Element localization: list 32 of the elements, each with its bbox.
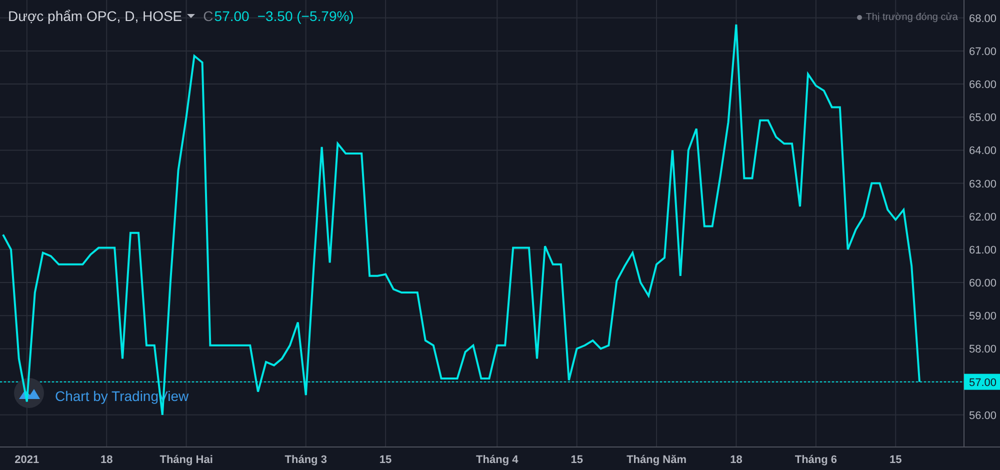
change-value: −3.50 (−5.79%) [257, 8, 354, 24]
y-tick-label: 57.00 [969, 376, 997, 389]
axis-label: 61.00 [969, 244, 997, 256]
axis-label: 15 [379, 454, 392, 466]
axis-label: Tháng 4 [476, 454, 518, 466]
axis-label: 62.00 [969, 211, 997, 224]
axis-label: 64.00 [969, 145, 997, 158]
axis-label: 15 [570, 454, 583, 466]
symbol-title[interactable]: Dược phẩm OPC, D, HOSE [8, 8, 182, 24]
axis-label: 18 [730, 454, 742, 466]
axis-label: Tháng Năm [626, 454, 686, 466]
axis-label: 63.00 [969, 178, 997, 190]
axis-label: Tháng Hai [160, 454, 213, 466]
axis-label: 68.00 [969, 12, 997, 25]
axis-label: 65.00 [969, 112, 997, 124]
axis-label: 67.00 [969, 46, 997, 58]
status-dot-icon [856, 15, 862, 20]
last-price-badge: 57.00 [964, 374, 1000, 390]
axis-label: 56.00 [969, 410, 997, 422]
axis-label: 2021 [14, 454, 40, 466]
axis-label: 18 [100, 454, 113, 466]
close-prefix: C [203, 8, 214, 24]
axis-label: Tháng 3 [284, 454, 327, 466]
axis-label: 15 [890, 454, 902, 466]
axis-label: 59.00 [969, 310, 997, 323]
axis-label: 66.00 [969, 79, 997, 92]
close-value: 57.00 [214, 8, 250, 24]
axis-label: Tháng 6 [794, 454, 838, 466]
market-status: Thị trường đóng cửa [866, 12, 958, 23]
caret-icon[interactable] [187, 14, 196, 18]
axis-label: 60.00 [969, 278, 997, 290]
axis-label: 58.00 [969, 344, 997, 356]
